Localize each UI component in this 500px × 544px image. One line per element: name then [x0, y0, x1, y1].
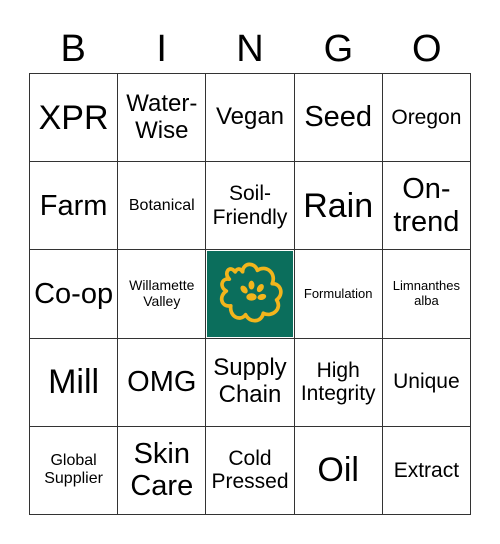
bingo-grid: XPR Water-Wise Vegan Seed Oregon Farm Bo…: [29, 73, 471, 515]
header-letter-g: G: [323, 28, 354, 70]
header-letter-i: I: [156, 28, 167, 70]
bingo-cell[interactable]: Willamette Valley: [118, 250, 207, 339]
bingo-header: B I N G O: [29, 26, 471, 72]
bingo-cell[interactable]: Extract: [382, 426, 471, 515]
bingo-cell[interactable]: Global Supplier: [30, 426, 119, 515]
header-letter-o: O: [412, 28, 442, 70]
bingo-cell[interactable]: Botanical: [118, 162, 207, 251]
free-space[interactable]: [206, 250, 295, 339]
bingo-cell[interactable]: OMG: [118, 338, 207, 427]
bingo-cell[interactable]: Supply Chain: [206, 338, 295, 427]
bingo-cell[interactable]: Mill: [30, 338, 119, 427]
bingo-cell[interactable]: On-trend: [382, 162, 471, 251]
bingo-cell[interactable]: XPR: [30, 74, 119, 163]
bingo-cell[interactable]: Oil: [294, 426, 383, 515]
bingo-cell[interactable]: Soil-Friendly: [206, 162, 295, 251]
header-letter-n: N: [236, 28, 264, 70]
flower-logo-icon: [206, 250, 293, 337]
bingo-cell[interactable]: Unique: [382, 338, 471, 427]
bingo-cell[interactable]: High Integrity: [294, 338, 383, 427]
bingo-cell[interactable]: Seed: [294, 74, 383, 163]
bingo-cell[interactable]: Limnanthes alba: [382, 250, 471, 339]
bingo-cell[interactable]: Rain: [294, 162, 383, 251]
bingo-cell[interactable]: Vegan: [206, 74, 295, 163]
bingo-cell[interactable]: Skin Care: [118, 426, 207, 515]
bingo-cell[interactable]: Co-op: [30, 250, 119, 339]
bingo-cell[interactable]: Formulation: [294, 250, 383, 339]
bingo-cell[interactable]: Water-Wise: [118, 74, 207, 163]
bingo-cell[interactable]: Farm: [30, 162, 119, 251]
header-letter-b: B: [60, 28, 86, 70]
bingo-cell[interactable]: Cold Pressed: [206, 426, 295, 515]
bingo-cell[interactable]: Oregon: [382, 74, 471, 163]
